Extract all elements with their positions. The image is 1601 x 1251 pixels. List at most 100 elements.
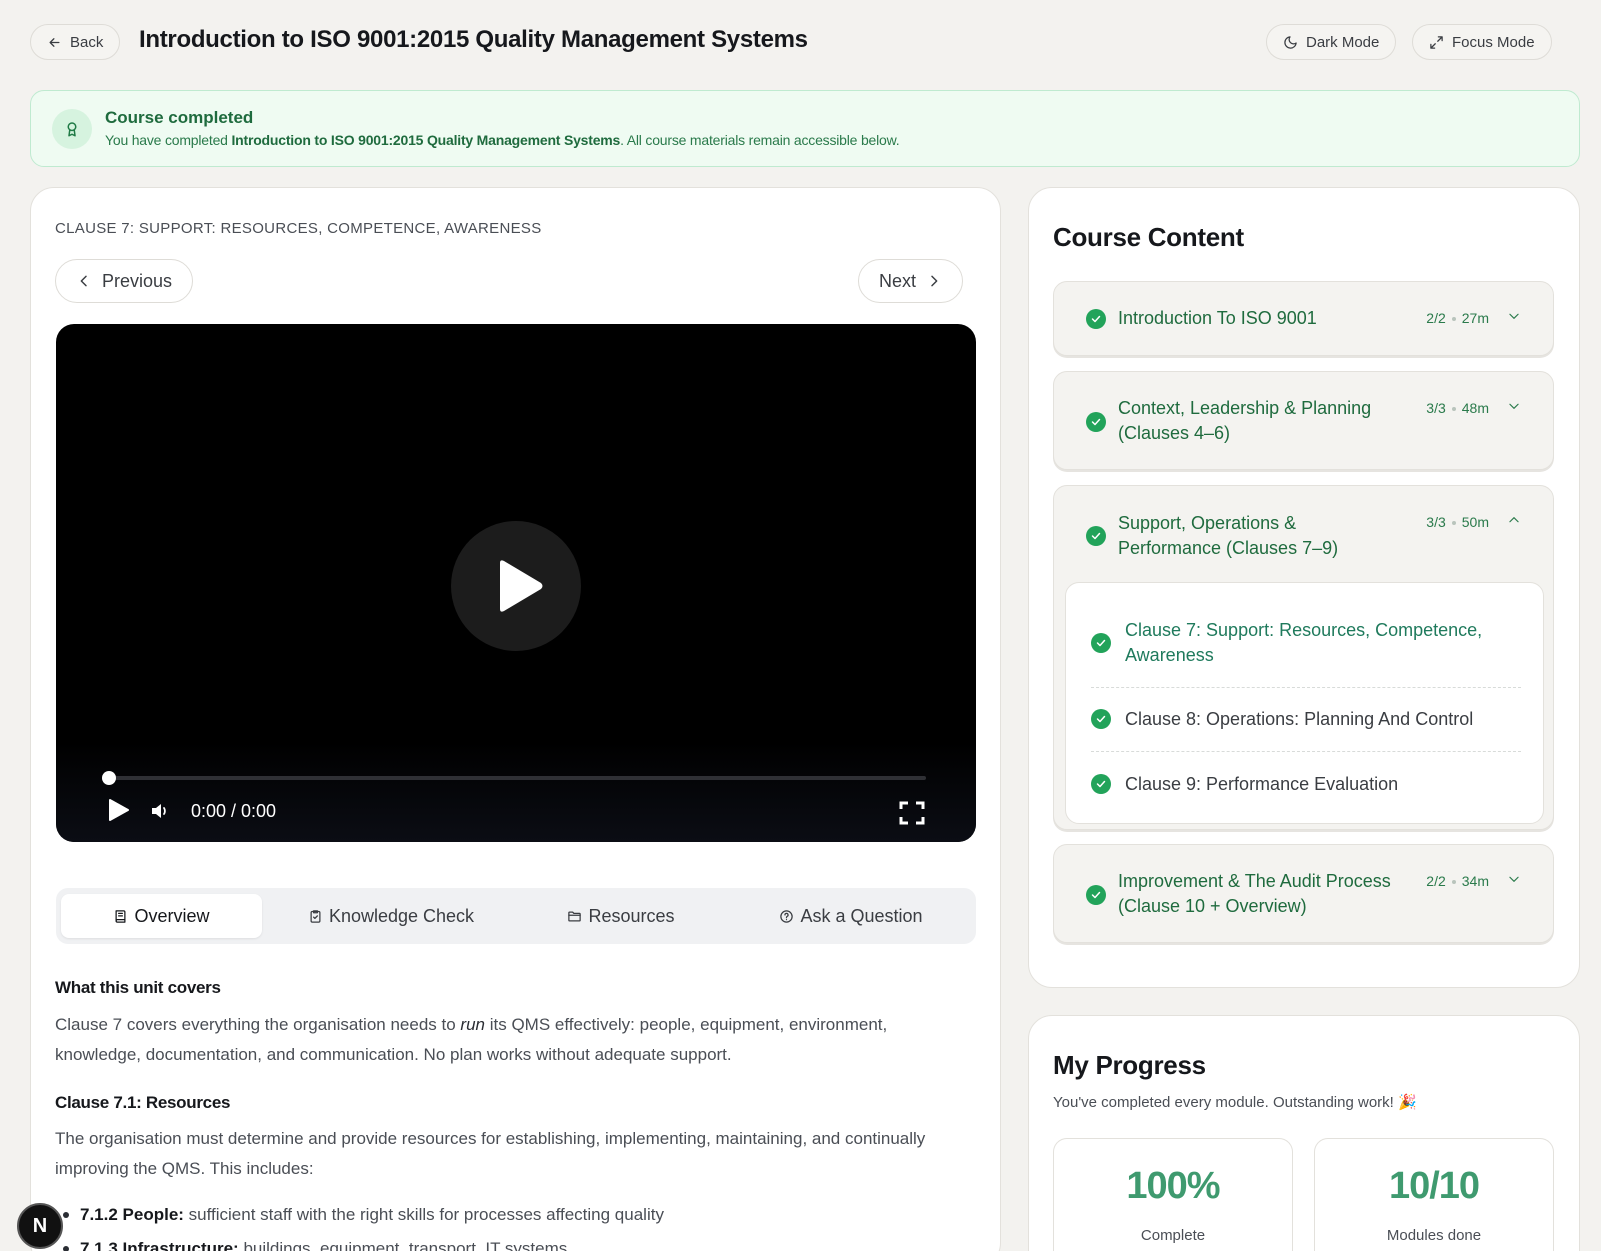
video-controls-gradient xyxy=(56,742,976,842)
stat-percent: 100% xyxy=(1126,1165,1220,1207)
banner-text-prefix: You have completed xyxy=(105,132,232,148)
course-content-panel: Course Content Introduction To ISO 9001 … xyxy=(1028,187,1580,988)
stat-modules-done: 10/10 xyxy=(1388,1165,1480,1207)
back-label: Back xyxy=(70,33,104,51)
list-item-term: 7.1.3 Infrastructure: xyxy=(80,1239,239,1251)
back-button[interactable]: Back xyxy=(30,24,121,60)
lesson-title: Clause 8: Operations: Planning And Contr… xyxy=(1125,709,1474,729)
video-scrubber-handle[interactable] xyxy=(102,771,116,785)
book-icon xyxy=(115,909,126,923)
video-progress-track[interactable] xyxy=(108,776,926,780)
module-item[interactable]: Context, Leadership & Planning (Clauses … xyxy=(1053,371,1554,470)
previous-button[interactable]: Previous xyxy=(55,259,194,303)
module-count: 3/3 xyxy=(1426,514,1446,530)
help-circle-icon xyxy=(780,909,794,923)
volume-icon[interactable] xyxy=(150,801,170,821)
tab-resources[interactable]: Resources xyxy=(546,894,696,938)
lesson-card: CLAUSE 7: SUPPORT: RESOURCES, COMPETENCE… xyxy=(30,187,1001,1251)
progress-title: My Progress xyxy=(1053,1050,1206,1080)
check-circle-icon xyxy=(1086,412,1106,432)
clipboard-check-icon xyxy=(310,909,321,923)
resource-list: 7.1.2 People: sufficient staff with the … xyxy=(55,1198,955,1251)
chevron-up-icon[interactable] xyxy=(1507,513,1521,527)
expand-icon xyxy=(1430,35,1443,49)
tab-resources-label: Resources xyxy=(588,905,675,926)
play-icon[interactable] xyxy=(108,798,130,822)
module-duration: 27m xyxy=(1461,310,1489,326)
section-heading: What this unit covers xyxy=(55,978,221,997)
list-item-text: sufficient staff with the right skills f… xyxy=(183,1205,664,1224)
list-item: 7.1.2 People: sufficient staff with the … xyxy=(55,1198,955,1232)
module-count: 3/3 xyxy=(1426,400,1446,416)
para-text: Clause 7 covers everything the organisat… xyxy=(55,1015,461,1034)
lesson-item-current[interactable]: Clause 7: Support: Resources, Competence… xyxy=(1091,618,1521,668)
module-title: Improvement & The Audit Process (Clause … xyxy=(1118,871,1391,916)
banner-course-name: Introduction to ISO 9001:2015 Quality Ma… xyxy=(231,132,621,148)
video-time: 0:00 / 0:00 xyxy=(191,801,277,821)
tab-overview[interactable]: Overview xyxy=(61,894,262,938)
lesson-title: Clause 7: Support: Resources, Competence… xyxy=(1125,620,1483,665)
previous-label: Previous xyxy=(102,270,173,291)
meta-dot xyxy=(1451,880,1456,885)
tab-overview-label: Overview xyxy=(134,905,210,926)
chevron-left-icon xyxy=(80,275,87,287)
lesson-tabs: Overview Knowledge Check Resources Ask a… xyxy=(56,888,976,944)
section-heading: Clause 7.1: Resources xyxy=(55,1093,231,1112)
module-duration: 48m xyxy=(1461,400,1489,416)
check-circle-icon xyxy=(1091,633,1111,653)
focus-mode-button[interactable]: Focus Mode xyxy=(1412,24,1552,60)
dark-mode-button[interactable]: Dark Mode xyxy=(1266,24,1397,60)
page-header: Back Introduction to ISO 9001:2015 Quali… xyxy=(30,24,1580,60)
chevron-right-icon xyxy=(931,275,938,287)
course-content-title: Course Content xyxy=(1053,222,1244,252)
stat-percent-label: Complete xyxy=(1140,1227,1206,1244)
tab-knowledge-check-label: Knowledge Check xyxy=(328,905,475,926)
module-item[interactable]: Improvement & The Audit Process (Clause … xyxy=(1053,844,1554,943)
fullscreen-icon[interactable] xyxy=(899,801,925,825)
banner-title: Course completed xyxy=(105,108,254,127)
dark-mode-label: Dark Mode xyxy=(1306,33,1380,51)
module-title: Support, Operations & Performance (Claus… xyxy=(1118,513,1339,558)
check-circle-icon xyxy=(1091,709,1111,729)
chevron-down-icon[interactable] xyxy=(1507,399,1521,413)
page-title: Introduction to ISO 9001:2015 Quality Ma… xyxy=(139,26,808,53)
meta-dot xyxy=(1451,317,1456,322)
stat-modules: 10/10 Modules done xyxy=(1314,1138,1554,1251)
lesson-item[interactable]: Clause 9: Performance Evaluation xyxy=(1091,772,1521,797)
folder-icon xyxy=(568,911,582,921)
list-item-text: buildings, equipment, transport, IT syst… xyxy=(238,1239,568,1251)
big-play-button[interactable] xyxy=(451,521,581,651)
overview-content: What this unit covers Clause 7 covers ev… xyxy=(55,978,955,1251)
app-badge[interactable]: N xyxy=(17,1203,63,1249)
chevron-down-icon[interactable] xyxy=(1507,309,1521,323)
progress-subtitle: You've completed every module. Outstandi… xyxy=(1053,1094,1417,1111)
chevron-down-icon[interactable] xyxy=(1507,872,1521,886)
moon-icon xyxy=(1284,35,1297,49)
lesson-title: Clause 9: Performance Evaluation xyxy=(1125,774,1399,794)
divider xyxy=(1091,751,1521,752)
lesson-list: Clause 7: Support: Resources, Competence… xyxy=(1065,582,1544,824)
module-item-expanded[interactable]: Support, Operations & Performance (Claus… xyxy=(1053,485,1554,830)
next-button[interactable]: Next xyxy=(858,259,964,303)
tab-ask-question-label: Ask a Question xyxy=(800,905,923,926)
play-icon xyxy=(500,560,543,612)
module-title: Context, Leadership & Planning (Clauses … xyxy=(1118,398,1372,443)
check-circle-icon xyxy=(1086,526,1106,546)
tab-knowledge-check[interactable]: Knowledge Check xyxy=(286,894,496,938)
unit-label: CLAUSE 7: SUPPORT: RESOURCES, COMPETENCE… xyxy=(55,220,542,237)
banner-text: You have completed Introduction to ISO 9… xyxy=(105,132,900,148)
module-meta: 3/3 50m xyxy=(1426,514,1489,530)
next-label: Next xyxy=(879,270,917,291)
check-circle-icon xyxy=(1086,309,1106,329)
my-progress-panel: My Progress You've completed every modul… xyxy=(1028,1015,1580,1251)
video-player[interactable]: 0:00 / 0:00 xyxy=(56,324,976,842)
tab-ask-question[interactable]: Ask a Question xyxy=(756,894,946,938)
stat-complete: 100% Complete xyxy=(1053,1138,1293,1251)
list-item: 7.1.3 Infrastructure: buildings, equipme… xyxy=(55,1232,955,1251)
stat-modules-label: Modules done xyxy=(1386,1227,1482,1244)
award-icon xyxy=(52,109,92,149)
check-circle-icon xyxy=(1091,774,1111,794)
lesson-item[interactable]: Clause 8: Operations: Planning And Contr… xyxy=(1091,707,1521,732)
module-item[interactable]: Introduction To ISO 9001 2/2 27m xyxy=(1053,281,1554,356)
list-item-term: 7.1.2 People: xyxy=(80,1205,184,1224)
